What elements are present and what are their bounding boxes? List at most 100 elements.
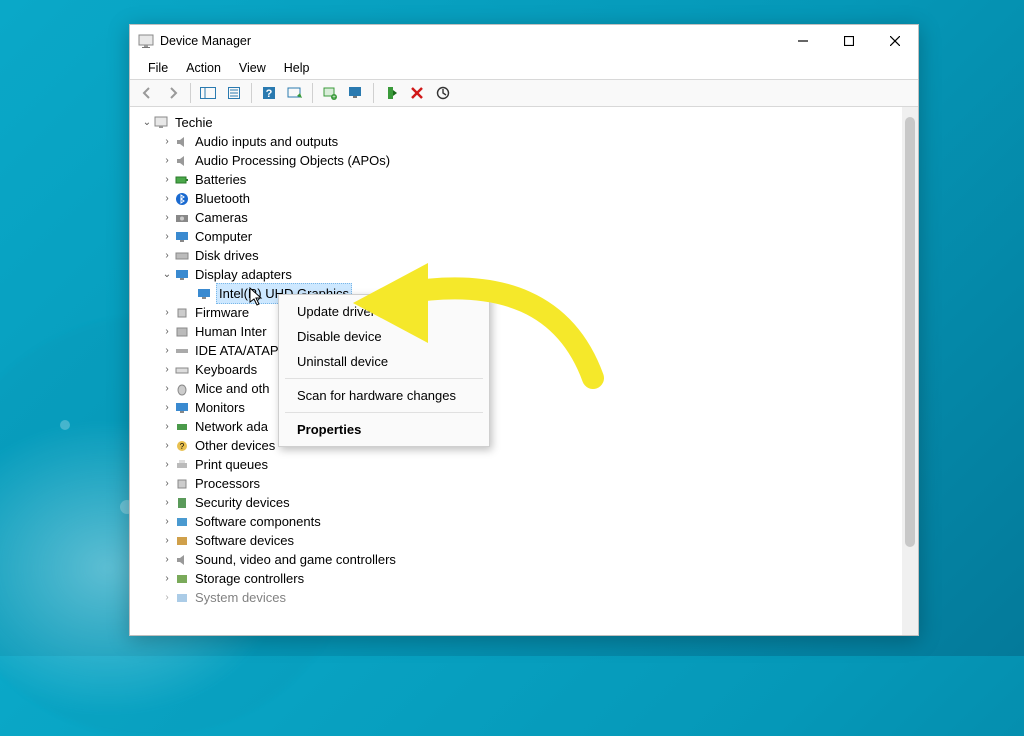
menu-action[interactable]: Action: [178, 60, 229, 76]
menu-file[interactable]: File: [140, 60, 176, 76]
update-driver-toolbar-button[interactable]: +: [319, 82, 341, 104]
tree-item-disk-drives[interactable]: ›Disk drives: [138, 246, 902, 265]
maximize-button[interactable]: [826, 25, 872, 57]
tree-item-sound-video[interactable]: ›Sound, video and game controllers: [138, 550, 902, 569]
chevron-right-icon[interactable]: ›: [160, 455, 174, 474]
chevron-right-icon[interactable]: ›: [160, 493, 174, 512]
monitor-toolbar-button[interactable]: [345, 82, 367, 104]
chip-icon: [174, 305, 190, 321]
tree-item-computer[interactable]: ›Computer: [138, 227, 902, 246]
tree-item-software-devices[interactable]: › Software devices: [138, 531, 902, 550]
tree-item-label: Software components: [194, 512, 322, 531]
chevron-right-icon[interactable]: ›: [160, 170, 174, 189]
disable-device-toolbar-button[interactable]: [432, 82, 454, 104]
chevron-right-icon[interactable]: ›: [160, 322, 174, 341]
chevron-right-icon[interactable]: ›: [160, 398, 174, 417]
tree-item-intel-uhd[interactable]: Intel(R) UHD Graphics: [138, 284, 902, 303]
chevron-right-icon[interactable]: ›: [160, 550, 174, 569]
chevron-down-icon[interactable]: ⌄: [160, 265, 174, 284]
tree-item-label: System devices: [194, 588, 287, 607]
help-button[interactable]: ?: [258, 82, 280, 104]
battery-icon: [174, 172, 190, 188]
context-menu-uninstall-device[interactable]: Uninstall device: [279, 349, 489, 374]
tree-item-audio-inputs[interactable]: ›Audio inputs and outputs: [138, 132, 902, 151]
chevron-right-icon[interactable]: ›: [160, 189, 174, 208]
window-controls: [780, 25, 918, 57]
chevron-right-icon[interactable]: ›: [160, 132, 174, 151]
menu-view[interactable]: View: [231, 60, 274, 76]
speaker-icon: [174, 153, 190, 169]
monitor-icon: [196, 286, 212, 302]
tree-item-other[interactable]: ›? Other devices: [138, 436, 902, 455]
context-menu-separator: [285, 378, 483, 379]
computer-icon: [154, 115, 170, 131]
titlebar: Device Manager: [130, 25, 918, 57]
chevron-right-icon[interactable]: ›: [160, 303, 174, 322]
tree-item-display-adapters[interactable]: ⌄Display adapters: [138, 265, 902, 284]
chevron-right-icon[interactable]: ›: [160, 436, 174, 455]
chevron-right-icon[interactable]: ›: [160, 379, 174, 398]
tree-item-storage[interactable]: ›Storage controllers: [138, 569, 902, 588]
chevron-right-icon[interactable]: ›: [160, 569, 174, 588]
tree-item-print-queues[interactable]: ›Print queues: [138, 455, 902, 474]
tree-item-monitors[interactable]: › Monitors: [138, 398, 902, 417]
chevron-right-icon[interactable]: ›: [160, 531, 174, 550]
minimize-button[interactable]: [780, 25, 826, 57]
tree-item-ide[interactable]: ›IDE ATA/ATAP: [138, 341, 902, 360]
toolbar-separator: [373, 83, 374, 103]
tree-item-keyboards[interactable]: ›Keyboards: [138, 360, 902, 379]
tree-item-cameras[interactable]: ›Cameras: [138, 208, 902, 227]
context-menu-properties[interactable]: Properties: [279, 417, 489, 442]
speaker-icon: [174, 134, 190, 150]
uninstall-device-toolbar-button[interactable]: [406, 82, 428, 104]
back-button[interactable]: [136, 82, 158, 104]
storage-icon: [174, 571, 190, 587]
vertical-scrollbar[interactable]: [902, 107, 918, 635]
svg-text:+: +: [332, 95, 336, 100]
tree-item-processors[interactable]: ›Processors: [138, 474, 902, 493]
scrollbar-thumb[interactable]: [905, 117, 915, 547]
menu-help[interactable]: Help: [276, 60, 318, 76]
chevron-right-icon[interactable]: ›: [160, 227, 174, 246]
tree-item-firmware[interactable]: ›Firmware: [138, 303, 902, 322]
context-menu-update-driver[interactable]: Update driver: [279, 299, 489, 324]
tree-item-network[interactable]: ›Network ada: [138, 417, 902, 436]
tree-item-batteries[interactable]: › Batteries: [138, 170, 902, 189]
chevron-right-icon[interactable]: ›: [160, 417, 174, 436]
show-hide-tree-button[interactable]: [197, 82, 219, 104]
tree-item-label: Monitors: [194, 398, 246, 417]
tree-item-label: Other devices: [194, 436, 276, 455]
tree-item-apo[interactable]: ›Audio Processing Objects (APOs): [138, 151, 902, 170]
close-button[interactable]: [872, 25, 918, 57]
tree-item-label: Batteries: [194, 170, 247, 189]
chevron-right-icon[interactable]: ›: [160, 208, 174, 227]
tree-item-bluetooth[interactable]: ›Bluetooth: [138, 189, 902, 208]
context-menu-scan-hardware[interactable]: Scan for hardware changes: [279, 383, 489, 408]
tree-item-mice[interactable]: ›Mice and oth: [138, 379, 902, 398]
forward-button[interactable]: [162, 82, 184, 104]
tree-item-label: Security devices: [194, 493, 291, 512]
enable-device-button[interactable]: [380, 82, 402, 104]
tree-item-software-components[interactable]: › Software components: [138, 512, 902, 531]
chevron-right-icon[interactable]: ›: [160, 360, 174, 379]
device-tree[interactable]: ⌄ Techie ›Audio inputs and outputs ›Audi…: [130, 107, 902, 635]
properties-toolbar-button[interactable]: [223, 82, 245, 104]
tree-item-system[interactable]: › System devices: [138, 588, 902, 607]
tree-item-label: Software devices: [194, 531, 295, 550]
tree-item-hid[interactable]: ›Human Inter: [138, 322, 902, 341]
chevron-right-icon[interactable]: ›: [160, 588, 174, 607]
tree-item-security[interactable]: › Security devices: [138, 493, 902, 512]
chevron-right-icon[interactable]: ›: [160, 151, 174, 170]
hid-icon: [174, 324, 190, 340]
security-icon: [174, 495, 190, 511]
chevron-right-icon[interactable]: ›: [160, 474, 174, 493]
chevron-right-icon[interactable]: ›: [160, 246, 174, 265]
chevron-right-icon[interactable]: ›: [160, 512, 174, 531]
toolbar: ? +: [130, 79, 918, 107]
chevron-right-icon[interactable]: ›: [160, 341, 174, 360]
context-menu-disable-device[interactable]: Disable device: [279, 324, 489, 349]
svg-text:?: ?: [180, 442, 185, 451]
scan-button[interactable]: [284, 82, 306, 104]
chevron-down-icon[interactable]: ⌄: [140, 113, 154, 132]
tree-root[interactable]: ⌄ Techie: [138, 113, 902, 132]
